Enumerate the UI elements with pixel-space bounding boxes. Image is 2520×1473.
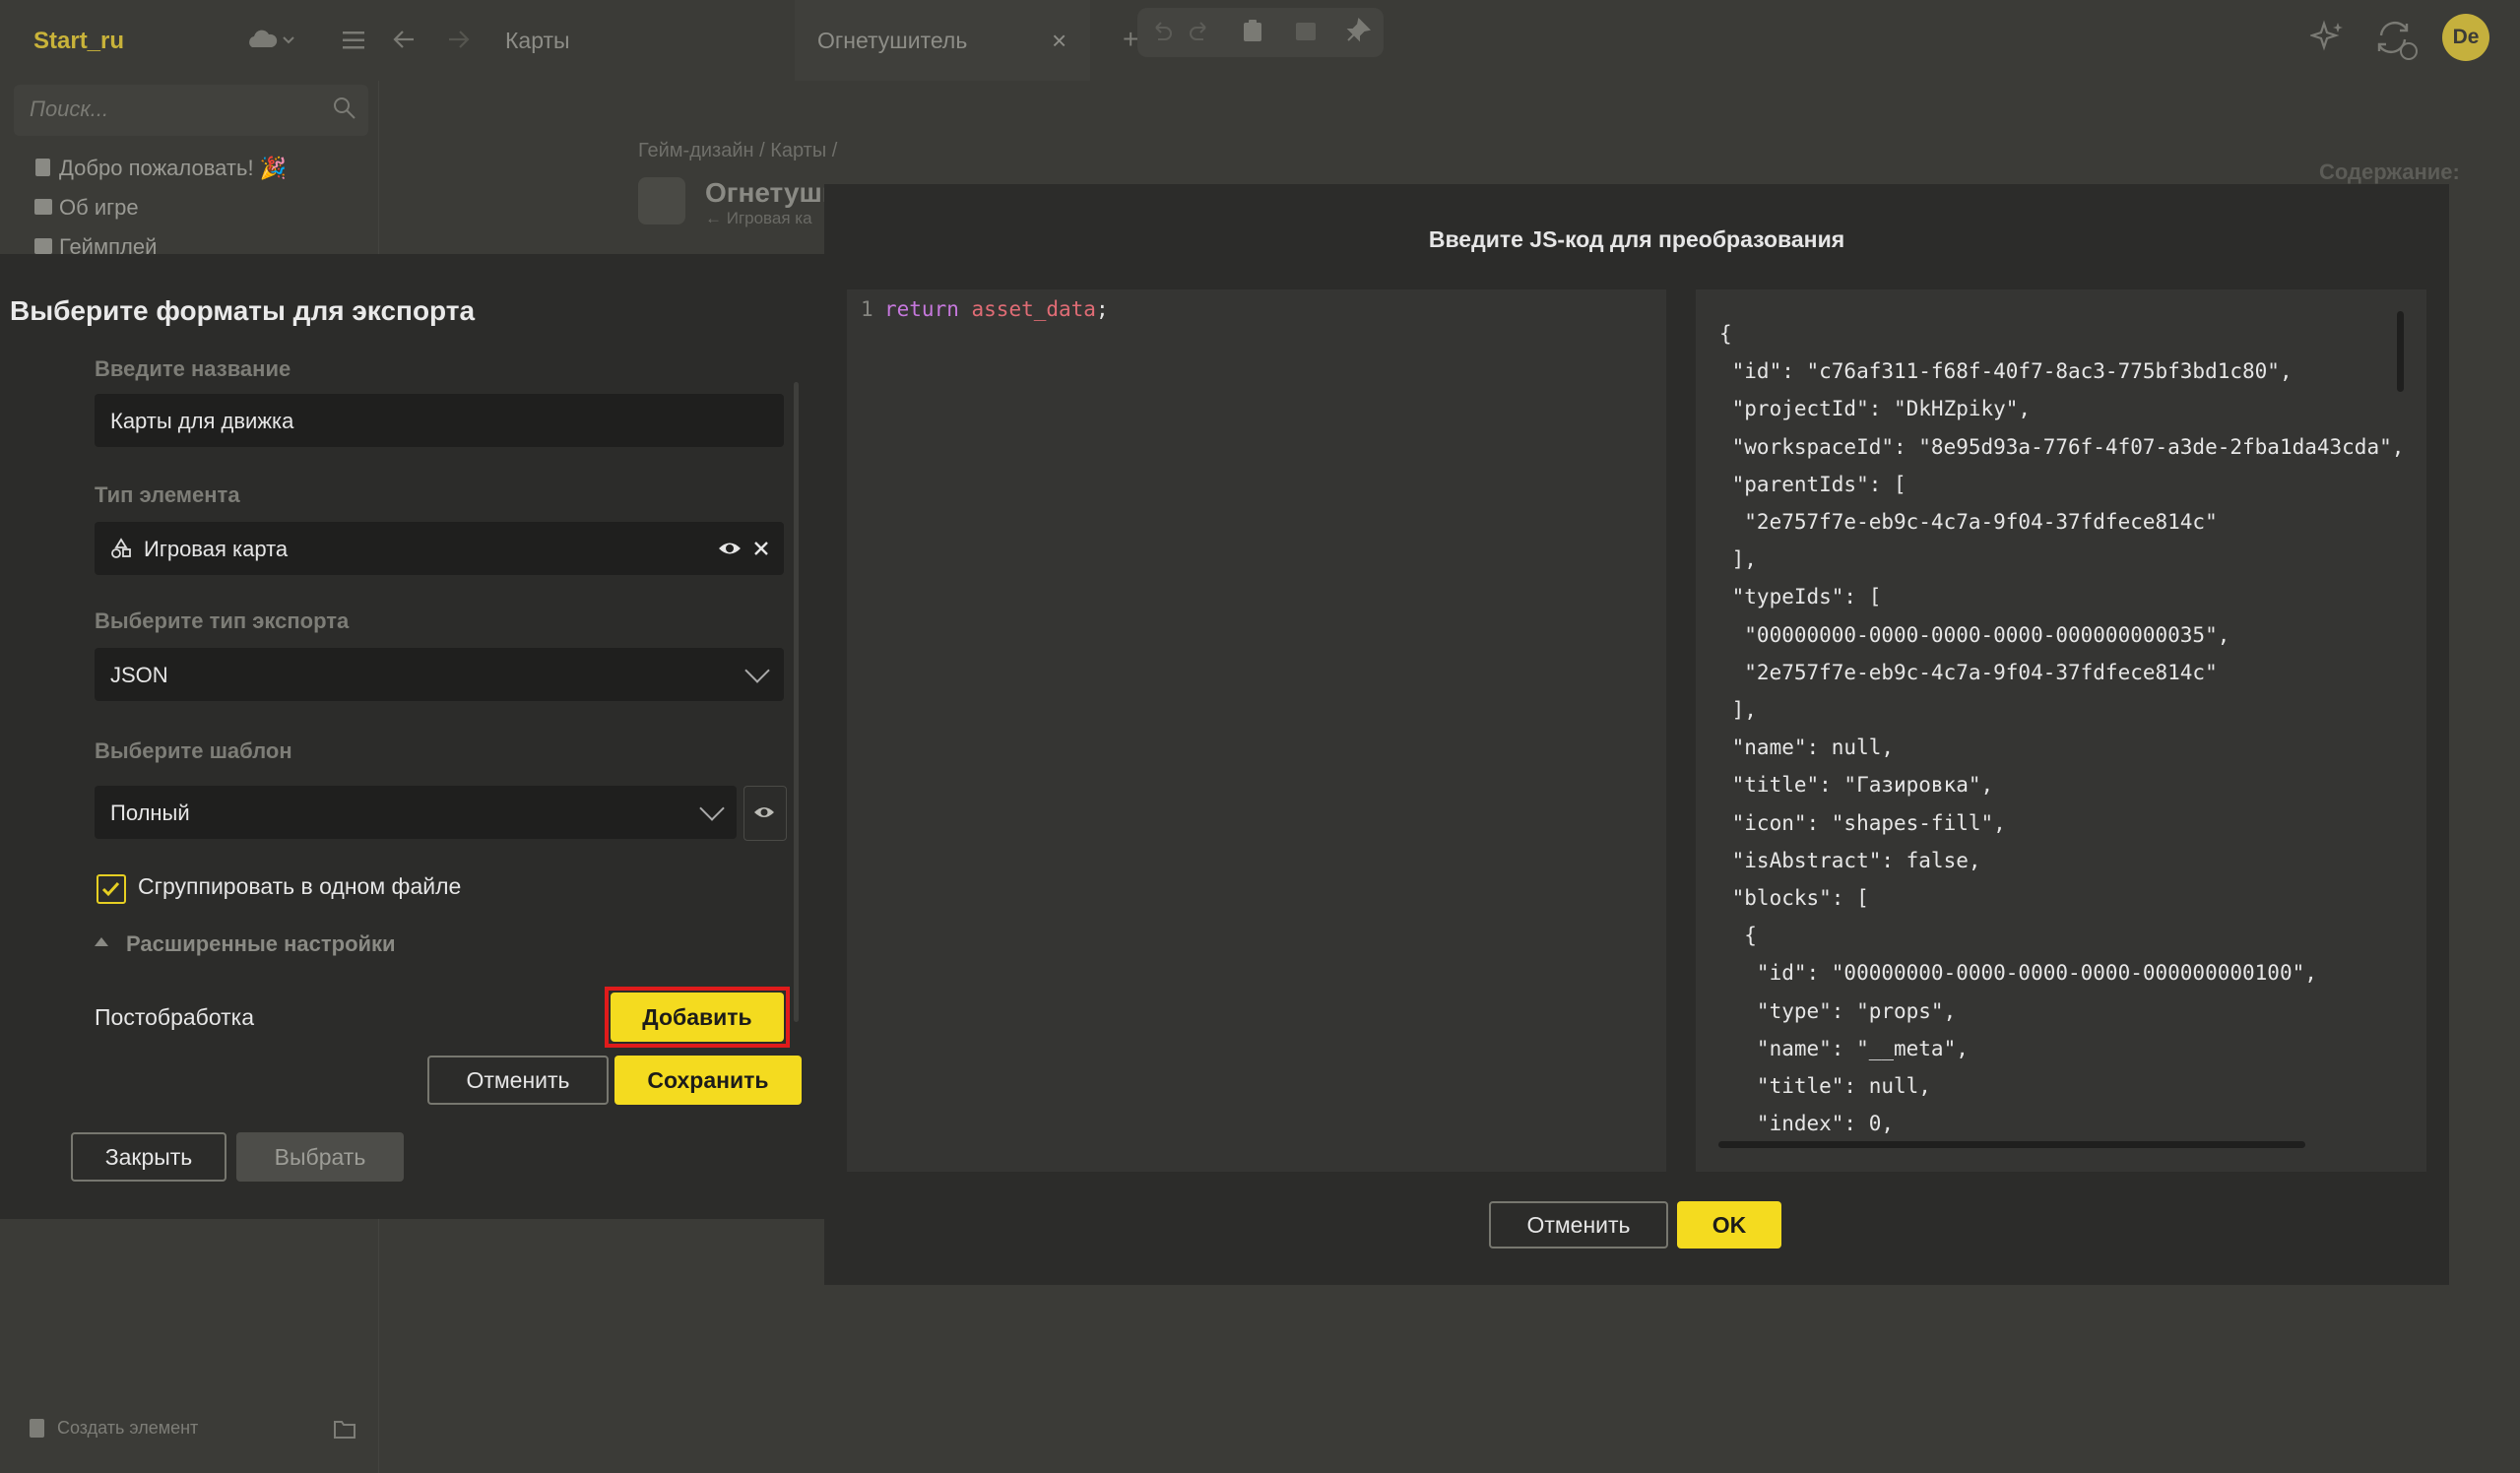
export-type-value: JSON [110, 663, 168, 687]
chevron-down-icon [699, 796, 725, 821]
element-type-field[interactable]: Игровая карта [95, 522, 784, 575]
json-line: "name": "__meta", [1756, 1036, 1969, 1060]
shapes-icon [111, 538, 131, 558]
doc-icon [35, 159, 50, 176]
sidebar-item-welcome[interactable]: Добро пожаловать! 🎉 [59, 156, 287, 181]
json-line: "workspaceId": "8e95d93a-776f-4f07-a3de-… [1731, 434, 2405, 459]
json-preview-text: { "id": "c76af311-f68f-40f7-8ac3-775bf3b… [1696, 289, 2426, 1142]
export-dialog-title: Выберите форматы для экспорта [10, 295, 476, 326]
cancel-button[interactable]: Отменить [427, 1056, 609, 1105]
create-element-button[interactable]: Создать элемент [57, 1418, 198, 1439]
new-folder-icon[interactable] [333, 1418, 356, 1440]
template-label: Выберите шаблон [95, 738, 292, 763]
select-button[interactable]: Выбрать [236, 1132, 404, 1182]
template-preview-button[interactable] [743, 786, 787, 841]
user-avatar[interactable]: De [2442, 14, 2489, 61]
json-line: "title": "Газировка", [1731, 773, 1994, 798]
tab-close-icon[interactable]: × [1052, 26, 1066, 56]
element-type-label: Тип элемента [95, 482, 240, 507]
json-line: "parentIds": [ [1731, 472, 1906, 496]
json-line: { [1719, 322, 1732, 346]
page-shapes-icon [638, 177, 685, 224]
check-icon [101, 881, 120, 897]
chevron-down-icon [744, 658, 770, 683]
menu-icon[interactable] [341, 30, 366, 51]
preview-vertical-scrollbar[interactable] [2397, 311, 2404, 392]
dialog-scrollbar[interactable] [794, 382, 799, 1022]
clear-icon[interactable] [752, 540, 770, 557]
group-checkbox-label[interactable]: Сгруппировать в одном файле [138, 873, 461, 900]
json-line: "id": "c76af311-f68f-40f7-8ac3-775bf3bd1… [1731, 359, 2293, 384]
js-cancel-button[interactable]: Отменить [1489, 1201, 1668, 1249]
json-preview[interactable]: { "id": "c76af311-f68f-40f7-8ac3-775bf3b… [1696, 289, 2426, 1172]
json-line: "icon": "shapes-fill", [1731, 810, 2006, 835]
undo-icon[interactable] [1150, 20, 1174, 43]
redo-icon[interactable] [1188, 20, 1211, 43]
page-title: Огнетуши [705, 177, 840, 208]
page-breadcrumb[interactable]: Гейм-дизайн / Карты / [638, 140, 837, 162]
breadcrumb-current[interactable]: Карты [505, 28, 570, 54]
json-line: "2e757f7e-eb9c-4c7a-9f04-37fdfece814c" [1744, 510, 2218, 535]
json-line: "index": 0, [1756, 1112, 1895, 1136]
preview-horizontal-scrollbar[interactable] [1718, 1141, 2305, 1148]
export-type-label: Выберите тип экспорта [95, 608, 350, 633]
postprocessing-label: Постобработка [95, 1004, 254, 1030]
json-line: "id": "00000000-0000-0000-0000-000000000… [1756, 961, 2317, 986]
pin-icon[interactable] [1345, 18, 1371, 43]
json-line: "type": "props", [1756, 998, 1957, 1023]
sync-icon[interactable] [2375, 18, 2419, 61]
table-icon[interactable] [1294, 20, 1318, 43]
element-type-value: Игровая карта [144, 537, 289, 561]
ai-sparkle-icon[interactable] [2310, 20, 2346, 55]
json-line: "2e757f7e-eb9c-4c7a-9f04-37fdfece814c" [1744, 660, 2218, 684]
add-doc-icon [30, 1419, 44, 1438]
save-button[interactable]: Сохранить [614, 1056, 802, 1105]
code-keyword: return [884, 297, 959, 321]
export-type-select[interactable]: JSON [95, 648, 784, 701]
js-dialog-title: Введите JS-код для преобразования [1428, 226, 1845, 252]
code-line: return asset_data; [884, 297, 1109, 321]
code-punct: ; [1095, 297, 1109, 321]
ok-button[interactable]: OK [1677, 1201, 1781, 1249]
eye-icon[interactable] [717, 538, 743, 559]
tab-label: Огнетушитель [817, 28, 968, 53]
json-line: "00000000-0000-0000-0000-000000000035", [1744, 622, 2230, 647]
json-line: "title": null, [1756, 1074, 1931, 1099]
forward-arrow-icon[interactable] [445, 28, 471, 51]
workspace-name[interactable]: Start_ru [33, 28, 124, 55]
json-line: "projectId": "DkHZpiky", [1731, 397, 2032, 421]
group-checkbox[interactable] [97, 874, 126, 904]
caret-up-icon [95, 937, 108, 946]
name-label: Введите название [95, 356, 291, 381]
code-editor[interactable]: 1 return asset_data; [847, 289, 1666, 1172]
json-line: "name": null, [1731, 736, 1895, 760]
close-button[interactable]: Закрыть [71, 1132, 226, 1182]
back-arrow-icon[interactable] [392, 28, 418, 51]
json-line: "isAbstract": false, [1731, 848, 1981, 872]
search-icon [334, 97, 355, 119]
json-line: "blocks": [ [1731, 886, 1869, 911]
new-tab-icon[interactable]: + [1123, 24, 1138, 55]
sidebar-item-about-game[interactable]: Об игре [59, 195, 139, 221]
template-select[interactable]: Полный [95, 786, 737, 839]
search-placeholder: Поиск... [30, 96, 109, 121]
clipboard-icon[interactable] [1241, 18, 1264, 43]
line-number: 1 [861, 297, 873, 321]
page-subtitle[interactable]: ← Игровая ка [705, 209, 812, 228]
add-postprocessing-button[interactable]: Добавить [611, 993, 784, 1042]
json-line: ], [1731, 698, 1757, 723]
cloud-icon[interactable] [246, 28, 295, 53]
json-line: { [1744, 924, 1757, 948]
json-line: "typeIds": [ [1731, 585, 1882, 609]
eye-icon [754, 807, 774, 817]
code-identifier: asset_data [971, 297, 1096, 321]
advanced-settings-toggle[interactable]: Расширенные настройки [126, 931, 396, 957]
name-input[interactable]: Карты для движка [95, 394, 784, 447]
template-value: Полный [110, 801, 190, 825]
toc-title: Содержание: [2319, 160, 2460, 184]
name-input-value: Карты для движка [110, 409, 294, 433]
image-icon [34, 199, 52, 215]
image-icon [34, 238, 52, 254]
json-line: ], [1731, 547, 1757, 572]
